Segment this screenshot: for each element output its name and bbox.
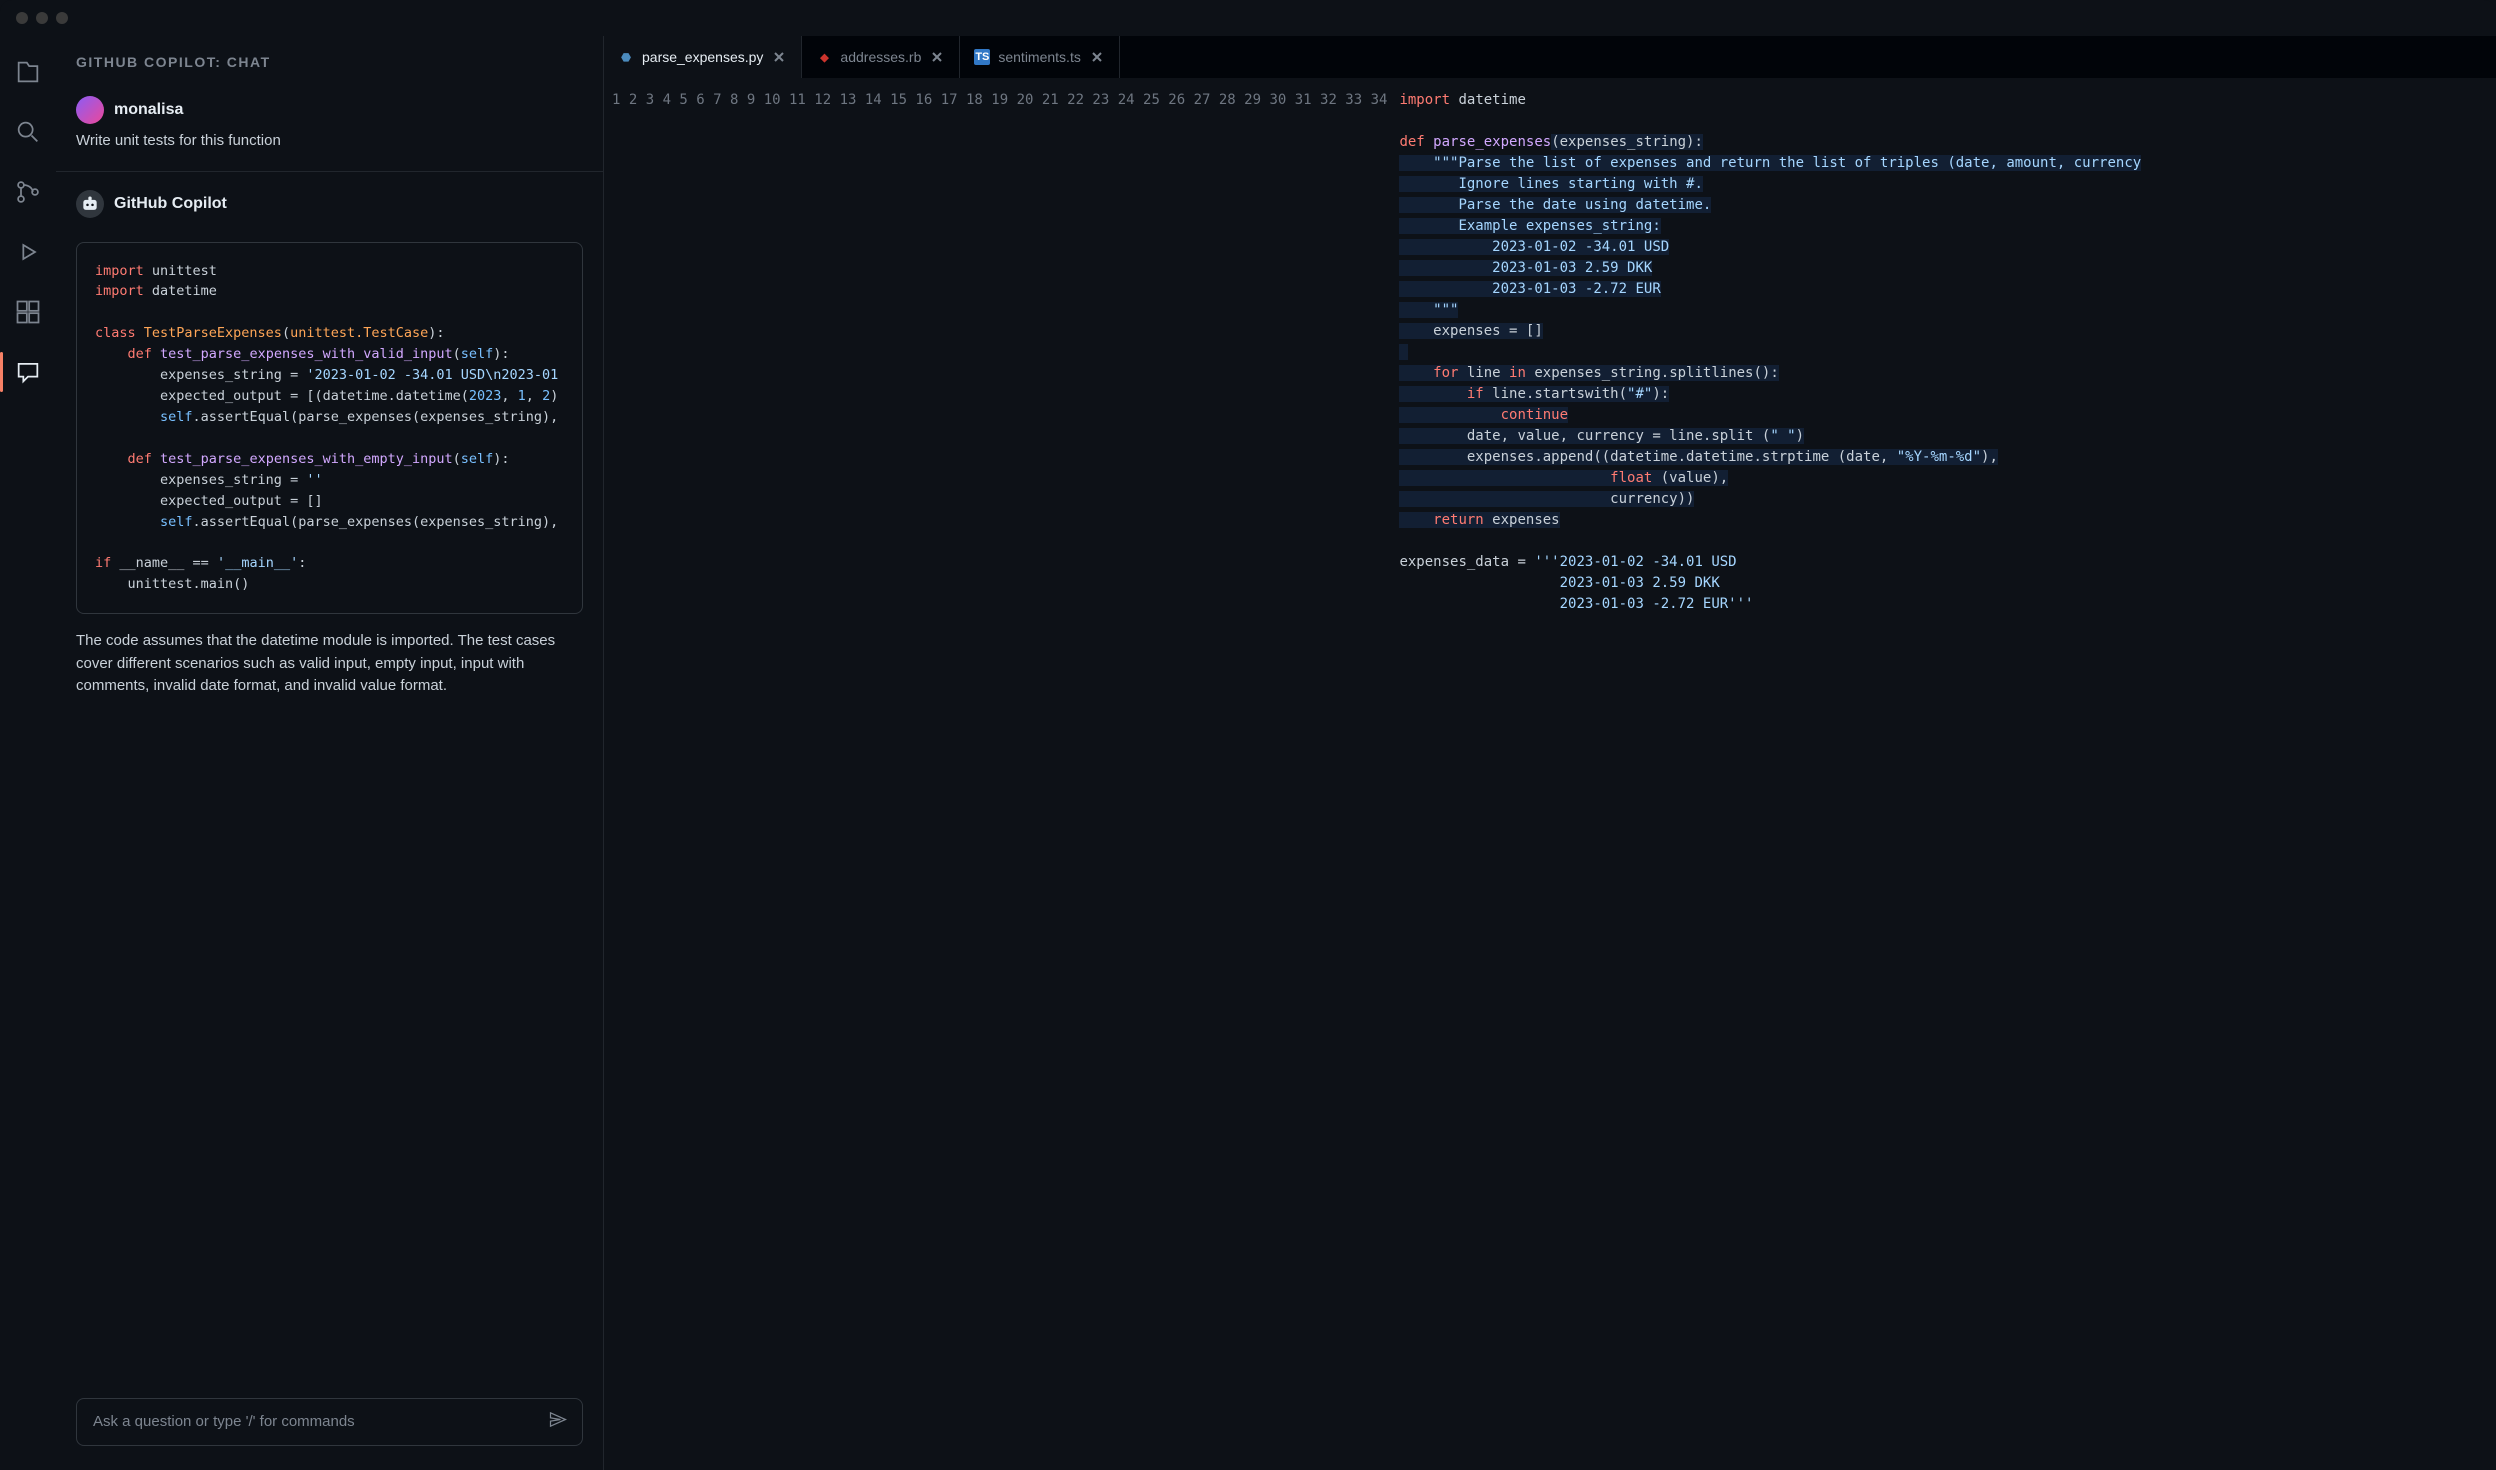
tab-bar: ⬣ parse_expenses.py ◆ addresses.rb TS se… — [604, 36, 2496, 78]
username: monalisa — [114, 101, 183, 119]
tab-label: addresses.rb — [840, 49, 921, 65]
chat-panel: GITHUB COPILOT: CHAT monalisa Write unit… — [56, 36, 604, 1470]
ruby-icon: ◆ — [816, 49, 832, 65]
close-icon[interactable] — [771, 49, 787, 65]
search-icon[interactable] — [0, 104, 56, 160]
source-control-icon[interactable] — [0, 164, 56, 220]
prompt-text: Write unit tests for this function — [76, 130, 583, 153]
minimize-window-icon[interactable] — [36, 12, 48, 24]
close-icon[interactable] — [1089, 49, 1105, 65]
chat-header: GITHUB COPILOT: CHAT — [56, 36, 603, 82]
editor-area: ⬣ parse_expenses.py ◆ addresses.rb TS se… — [604, 36, 2496, 1470]
explanation: The code assumes that the datetime modul… — [56, 630, 603, 714]
chat-input-area — [56, 1382, 603, 1470]
tab-addresses[interactable]: ◆ addresses.rb — [802, 36, 960, 78]
typescript-icon: TS — [974, 49, 990, 65]
titlebar — [0, 0, 2496, 36]
agent-name: GitHub Copilot — [114, 195, 227, 213]
code-content[interactable]: import datetime def parse_expenses(expen… — [1399, 78, 2496, 1470]
tab-parse-expenses[interactable]: ⬣ parse_expenses.py — [604, 36, 802, 78]
window: GITHUB COPILOT: CHAT monalisa Write unit… — [0, 0, 2496, 1470]
chat-input[interactable] — [76, 1398, 583, 1446]
maximize-window-icon[interactable] — [56, 12, 68, 24]
activity-bar — [0, 36, 56, 1470]
extensions-icon[interactable] — [0, 284, 56, 340]
close-icon[interactable] — [929, 49, 945, 65]
python-icon: ⬣ — [618, 49, 634, 65]
chat-icon[interactable] — [0, 344, 56, 400]
chat-text-input[interactable] — [93, 1413, 534, 1430]
code-editor[interactable]: 1 2 3 4 5 6 7 8 9 10 11 12 13 14 15 16 1… — [604, 78, 2496, 1470]
tab-label: sentiments.ts — [998, 49, 1080, 65]
copilot-icon — [76, 190, 104, 218]
close-window-icon[interactable] — [16, 12, 28, 24]
tab-label: parse_expenses.py — [642, 49, 763, 65]
line-gutter: 1 2 3 4 5 6 7 8 9 10 11 12 13 14 15 16 1… — [604, 78, 1399, 1470]
main-area: GITHUB COPILOT: CHAT monalisa Write unit… — [0, 36, 2496, 1470]
explorer-icon[interactable] — [0, 44, 56, 100]
chat-body: monalisa Write unit tests for this funct… — [56, 82, 603, 1382]
code-suggestion: import unittest import datetime class Te… — [76, 242, 583, 615]
tab-sentiments[interactable]: TS sentiments.ts — [960, 36, 1119, 78]
send-icon[interactable] — [548, 1410, 568, 1435]
debug-icon[interactable] — [0, 224, 56, 280]
agent-message: GitHub Copilot — [56, 180, 603, 234]
avatar — [76, 96, 104, 124]
user-message: monalisa Write unit tests for this funct… — [56, 86, 603, 163]
divider — [56, 171, 603, 172]
